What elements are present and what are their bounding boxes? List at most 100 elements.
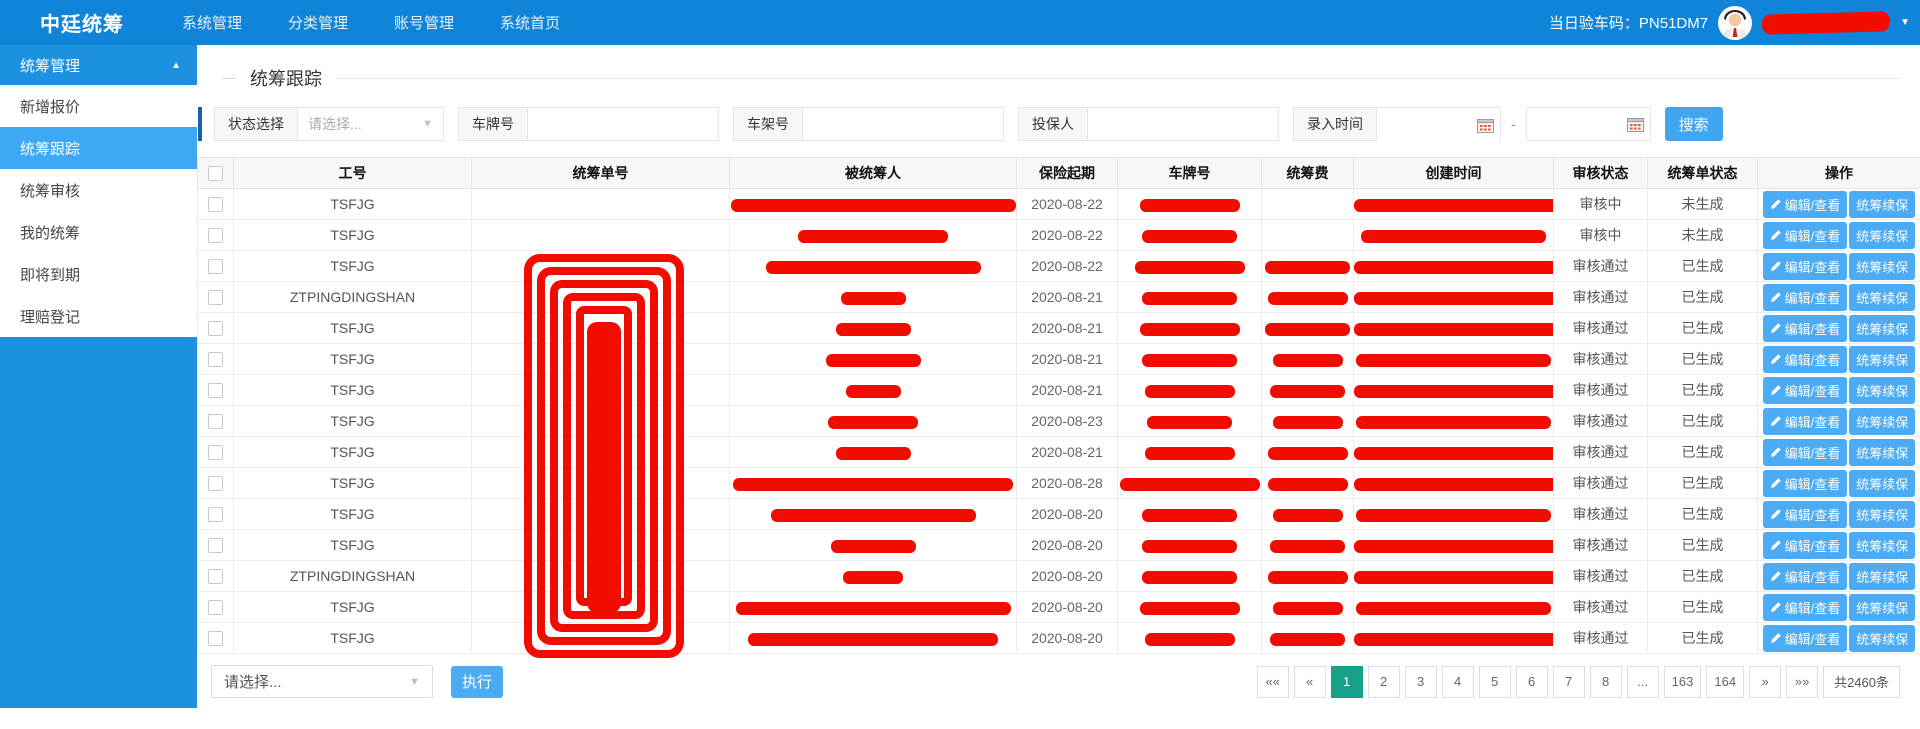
row-checkbox[interactable] [208, 321, 223, 336]
edit-view-button[interactable]: 编辑/查看 [1763, 346, 1848, 373]
policy-number-cell [472, 344, 730, 375]
page-button[interactable]: 8 [1590, 666, 1622, 698]
renew-button[interactable]: 统筹续保 [1849, 284, 1915, 311]
policy-status-cell: 已生成 [1648, 499, 1758, 530]
top-menu-item[interactable]: 账号管理 [394, 12, 454, 33]
edit-view-button[interactable]: 编辑/查看 [1763, 377, 1848, 404]
renew-button[interactable]: 统筹续保 [1849, 191, 1915, 218]
brand-logo[interactable]: 中廷统筹 [40, 8, 124, 37]
page-button[interactable]: 2 [1368, 666, 1400, 698]
edit-view-button[interactable]: 编辑/查看 [1763, 284, 1848, 311]
execute-button[interactable]: 执行 [451, 666, 503, 698]
status-select[interactable]: 请选择... ▼ [298, 108, 443, 140]
edit-view-button[interactable]: 编辑/查看 [1763, 594, 1848, 621]
page-button[interactable]: »» [1786, 666, 1818, 698]
edit-view-button[interactable]: 编辑/查看 [1763, 439, 1848, 466]
insured-input[interactable] [1088, 108, 1278, 140]
batch-action-select[interactable]: 请选择... ▼ [211, 665, 433, 698]
sidebar-item[interactable]: 我的统筹 [0, 211, 197, 253]
redaction-bar [1268, 571, 1348, 584]
renew-button[interactable]: 统筹续保 [1849, 346, 1915, 373]
edit-view-button[interactable]: 编辑/查看 [1763, 470, 1848, 497]
select-all-checkbox[interactable] [208, 166, 223, 181]
renew-button[interactable]: 统筹续保 [1849, 532, 1915, 559]
renew-button[interactable]: 统筹续保 [1849, 563, 1915, 590]
sidebar-item[interactable]: 即将到期 [0, 253, 197, 295]
edit-view-button[interactable]: 编辑/查看 [1763, 625, 1848, 652]
edit-view-button[interactable]: 编辑/查看 [1763, 253, 1848, 280]
renew-button[interactable]: 统筹续保 [1849, 439, 1915, 466]
edit-view-button[interactable]: 编辑/查看 [1763, 563, 1848, 590]
page-button[interactable]: 6 [1516, 666, 1548, 698]
page-button[interactable]: 1 [1331, 666, 1363, 698]
row-checkbox[interactable] [208, 414, 223, 429]
page-button[interactable]: 3 [1405, 666, 1437, 698]
edit-view-button[interactable]: 编辑/查看 [1763, 222, 1848, 249]
policy-status-cell: 已生成 [1648, 437, 1758, 468]
sidebar-item[interactable]: 统筹审核 [0, 169, 197, 211]
row-checkbox[interactable] [208, 259, 223, 274]
edit-view-button[interactable]: 编辑/查看 [1763, 532, 1848, 559]
column-header: 统筹费 [1262, 158, 1354, 189]
row-checkbox[interactable] [208, 631, 223, 646]
insurance-start-cell: 2020-08-23 [1017, 406, 1118, 437]
edit-view-button[interactable]: 编辑/查看 [1763, 408, 1848, 435]
row-checkbox[interactable] [208, 445, 223, 460]
calendar-icon[interactable] [1477, 118, 1494, 133]
page-button[interactable]: « [1294, 666, 1326, 698]
row-checkbox[interactable] [208, 352, 223, 367]
plate-input[interactable] [528, 108, 718, 140]
top-menu-item[interactable]: 系统管理 [182, 12, 242, 33]
page-button[interactable]: «« [1257, 666, 1289, 698]
edit-view-button[interactable]: 编辑/查看 [1763, 191, 1848, 218]
fee-cell [1262, 592, 1354, 623]
search-button[interactable]: 搜索 [1665, 107, 1723, 141]
sidebar-item[interactable]: 统筹跟踪 [0, 127, 197, 169]
row-checkbox[interactable] [208, 507, 223, 522]
page-button[interactable]: 4 [1442, 666, 1474, 698]
page-button[interactable]: 5 [1479, 666, 1511, 698]
entry-time-end-input[interactable] [1531, 116, 1627, 132]
insurance-start-cell: 2020-08-21 [1017, 375, 1118, 406]
row-checkbox[interactable] [208, 600, 223, 615]
page-button[interactable]: 7 [1553, 666, 1585, 698]
page-button[interactable]: » [1749, 666, 1781, 698]
edit-view-button[interactable]: 编辑/查看 [1763, 315, 1848, 342]
renew-button[interactable]: 统筹续保 [1849, 253, 1915, 280]
chevron-down-icon[interactable]: ▼ [1900, 17, 1910, 28]
page-button[interactable]: ... [1627, 666, 1659, 698]
row-checkbox[interactable] [208, 290, 223, 305]
avatar[interactable] [1718, 6, 1752, 40]
renew-button[interactable]: 统筹续保 [1849, 222, 1915, 249]
row-checkbox[interactable] [208, 197, 223, 212]
renew-button[interactable]: 统筹续保 [1849, 408, 1915, 435]
vin-input[interactable] [803, 108, 1003, 140]
calendar-icon[interactable] [1627, 117, 1644, 132]
renew-button[interactable]: 统筹续保 [1849, 501, 1915, 528]
entry-time-start-input[interactable] [1381, 117, 1477, 133]
pencil-icon [1770, 384, 1782, 396]
page-button[interactable]: 163 [1664, 666, 1702, 698]
page-button[interactable]: 164 [1706, 666, 1744, 698]
row-checkbox[interactable] [208, 569, 223, 584]
renew-button[interactable]: 统筹续保 [1849, 470, 1915, 497]
renew-button[interactable]: 统筹续保 [1849, 315, 1915, 342]
top-menu-item[interactable]: 系统首页 [500, 12, 560, 33]
renew-button[interactable]: 统筹续保 [1849, 377, 1915, 404]
sidebar-item[interactable]: 理赔登记 [0, 295, 197, 337]
sidebar-item[interactable]: 新增报价 [0, 85, 197, 127]
redaction-bar [766, 261, 981, 274]
row-checkbox[interactable] [208, 228, 223, 243]
top-menu-item[interactable]: 分类管理 [288, 12, 348, 33]
redaction-bar [733, 478, 1013, 491]
audit-status-cell: 审核通过 [1554, 344, 1648, 375]
sidebar-group-tongchou-guanli[interactable]: 统筹管理 ▲ [0, 45, 197, 85]
edit-view-button[interactable]: 编辑/查看 [1763, 501, 1848, 528]
filter-accent-bar [198, 107, 202, 141]
row-checkbox[interactable] [208, 476, 223, 491]
renew-button[interactable]: 统筹续保 [1849, 625, 1915, 652]
policy-number-cell [472, 406, 730, 437]
row-checkbox[interactable] [208, 538, 223, 553]
renew-button[interactable]: 统筹续保 [1849, 594, 1915, 621]
row-checkbox[interactable] [208, 383, 223, 398]
